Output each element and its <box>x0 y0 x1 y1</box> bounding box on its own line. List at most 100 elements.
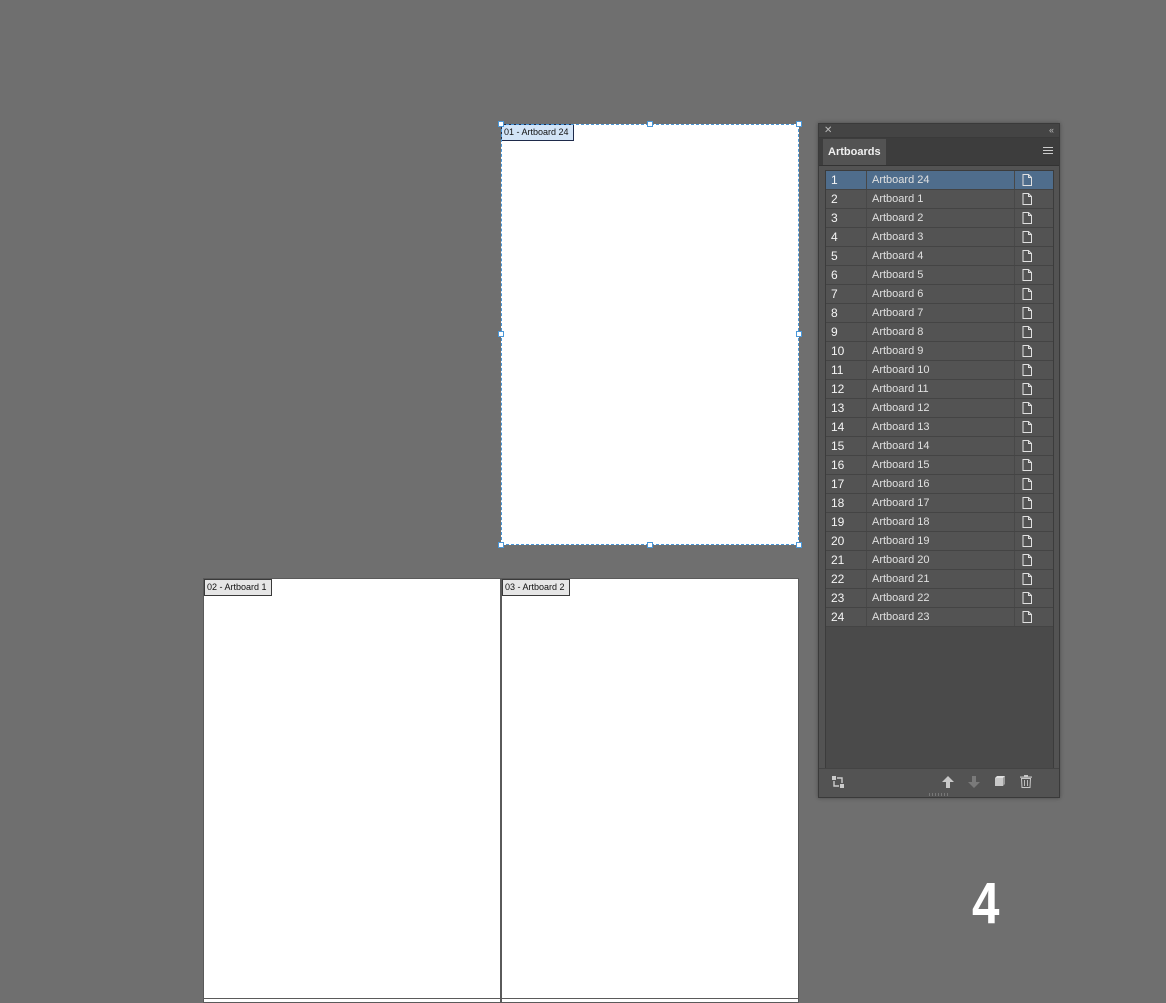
artboard-name[interactable]: Artboard 16 <box>872 475 929 493</box>
artboard-name[interactable]: Artboard 13 <box>872 418 929 436</box>
list-item[interactable]: 17 Artboard 16 <box>826 475 1053 494</box>
resize-handle-se[interactable] <box>796 542 802 548</box>
artboard-name[interactable]: Artboard 18 <box>872 513 929 531</box>
artboard-options-icon[interactable] <box>1022 516 1032 528</box>
list-item[interactable]: 16 Artboard 15 <box>826 456 1053 475</box>
artboard-name[interactable]: Artboard 9 <box>872 342 923 360</box>
list-item[interactable]: 3 Artboard 2 <box>826 209 1053 228</box>
list-item[interactable]: 24 Artboard 23 <box>826 608 1053 627</box>
list-item[interactable]: 6 Artboard 5 <box>826 266 1053 285</box>
artboard-options-icon[interactable] <box>1022 364 1032 376</box>
close-icon[interactable]: ✕ <box>824 124 832 137</box>
tab-artboards[interactable]: Artboards <box>823 139 886 165</box>
artboard-name[interactable]: Artboard 6 <box>872 285 923 303</box>
artboard-name[interactable]: Artboard 24 <box>872 171 929 189</box>
artboard-options-icon[interactable] <box>1022 250 1032 262</box>
rearrange-artboards-icon[interactable] <box>831 775 845 789</box>
artboard-name[interactable]: Artboard 21 <box>872 570 929 588</box>
list-item[interactable]: 8 Artboard 7 <box>826 304 1053 323</box>
artboard-options-icon[interactable] <box>1022 212 1032 224</box>
artboard-name[interactable]: Artboard 4 <box>872 247 923 265</box>
artboard-list[interactable]: 1 Artboard 24 2 Artboard 1 3 Artboard 2 4 Artbo… <box>825 170 1054 770</box>
resize-handle-ne[interactable] <box>796 121 802 127</box>
panel-title-bar[interactable]: ✕ ‹‹ <box>819 124 1059 138</box>
list-item[interactable]: 13 Artboard 12 <box>826 399 1053 418</box>
trash-icon[interactable] <box>1020 775 1032 788</box>
resize-handle-w[interactable] <box>498 331 504 337</box>
artboard-name[interactable]: Artboard 1 <box>872 190 923 208</box>
artboard-options-icon[interactable] <box>1022 307 1032 319</box>
list-item[interactable]: 11 Artboard 10 <box>826 361 1053 380</box>
list-item[interactable]: 15 Artboard 14 <box>826 437 1053 456</box>
list-item[interactable]: 14 Artboard 13 <box>826 418 1053 437</box>
list-item[interactable]: 20 Artboard 19 <box>826 532 1053 551</box>
panel-resize-grip[interactable] <box>929 793 949 796</box>
artboard-name[interactable]: Artboard 3 <box>872 228 923 246</box>
list-item[interactable]: 21 Artboard 20 <box>826 551 1053 570</box>
artboard-name[interactable]: Artboard 5 <box>872 266 923 284</box>
artboard-options-icon[interactable] <box>1022 592 1032 604</box>
artboard-name[interactable]: Artboard 19 <box>872 532 929 550</box>
artboard-01[interactable]: 01 - Artboard 24 <box>501 124 799 545</box>
hamburger-menu-icon[interactable] <box>1043 147 1053 156</box>
list-item[interactable]: 1 Artboard 24 <box>826 171 1053 190</box>
artboard-options-icon[interactable] <box>1022 345 1032 357</box>
artboard-name[interactable]: Artboard 2 <box>872 209 923 227</box>
list-item[interactable]: 22 Artboard 21 <box>826 570 1053 589</box>
move-down-icon[interactable] <box>967 775 981 789</box>
artboard-name[interactable]: Artboard 23 <box>872 608 929 626</box>
artboard-name[interactable]: Artboard 17 <box>872 494 929 512</box>
artboard-name[interactable]: Artboard 12 <box>872 399 929 417</box>
artboard-label-02[interactable]: 02 - Artboard 1 <box>204 579 272 596</box>
move-up-icon[interactable] <box>941 775 955 789</box>
artboard-name[interactable]: Artboard 14 <box>872 437 929 455</box>
artboard-04-partial[interactable] <box>203 998 501 1003</box>
list-item[interactable]: 7 Artboard 6 <box>826 285 1053 304</box>
list-item[interactable]: 2 Artboard 1 <box>826 190 1053 209</box>
list-item[interactable]: 23 Artboard 22 <box>826 589 1053 608</box>
artboard-options-icon[interactable] <box>1022 174 1032 186</box>
list-item[interactable]: 12 Artboard 11 <box>826 380 1053 399</box>
artboard-options-icon[interactable] <box>1022 611 1032 623</box>
artboard-name[interactable]: Artboard 20 <box>872 551 929 569</box>
artboard-options-icon[interactable] <box>1022 478 1032 490</box>
list-item[interactable]: 18 Artboard 17 <box>826 494 1053 513</box>
artboard-name[interactable]: Artboard 7 <box>872 304 923 322</box>
artboard-name[interactable]: Artboard 8 <box>872 323 923 341</box>
artboard-options-icon[interactable] <box>1022 402 1032 414</box>
list-item[interactable]: 9 Artboard 8 <box>826 323 1053 342</box>
artboard-label-01[interactable]: 01 - Artboard 24 <box>501 124 574 141</box>
artboard-label-03[interactable]: 03 - Artboard 2 <box>502 579 570 596</box>
artboard-options-icon[interactable] <box>1022 573 1032 585</box>
artboard-options-icon[interactable] <box>1022 288 1032 300</box>
list-item[interactable]: 19 Artboard 18 <box>826 513 1053 532</box>
artboard-options-icon[interactable] <box>1022 535 1032 547</box>
resize-handle-e[interactable] <box>796 331 802 337</box>
resize-handle-s[interactable] <box>647 542 653 548</box>
artboard-name[interactable]: Artboard 11 <box>872 380 929 398</box>
artboard-options-icon[interactable] <box>1022 440 1032 452</box>
artboard-options-icon[interactable] <box>1022 193 1032 205</box>
artboard-name[interactable]: Artboard 22 <box>872 589 929 607</box>
list-item[interactable]: 4 Artboard 3 <box>826 228 1053 247</box>
list-item[interactable]: 5 Artboard 4 <box>826 247 1053 266</box>
artboard-options-icon[interactable] <box>1022 459 1032 471</box>
double-chevron-left-icon[interactable]: ‹‹ <box>1049 124 1054 137</box>
resize-handle-sw[interactable] <box>498 542 504 548</box>
artboard-options-icon[interactable] <box>1022 554 1032 566</box>
artboard-options-icon[interactable] <box>1022 497 1032 509</box>
artboard-options-icon[interactable] <box>1022 383 1032 395</box>
new-artboard-icon[interactable] <box>994 775 1006 787</box>
artboard-options-icon[interactable] <box>1022 269 1032 281</box>
artboard-name[interactable]: Artboard 15 <box>872 456 929 474</box>
artboard-05-partial[interactable] <box>501 998 799 1003</box>
artboard-03[interactable]: 03 - Artboard 2 <box>501 578 799 999</box>
artboard-options-icon[interactable] <box>1022 421 1032 433</box>
artboard-options-icon[interactable] <box>1022 231 1032 243</box>
artboard-options-icon[interactable] <box>1022 326 1032 338</box>
list-item[interactable]: 10 Artboard 9 <box>826 342 1053 361</box>
resize-handle-n[interactable] <box>647 121 653 127</box>
resize-handle-nw[interactable] <box>498 121 504 127</box>
artboard-02[interactable]: 02 - Artboard 1 <box>203 578 501 999</box>
artboard-name[interactable]: Artboard 10 <box>872 361 929 379</box>
